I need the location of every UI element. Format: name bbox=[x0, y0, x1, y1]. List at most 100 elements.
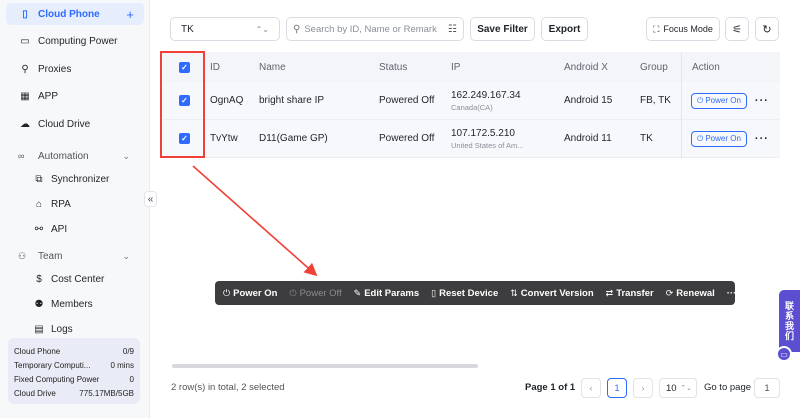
header-action: Action bbox=[692, 61, 720, 73]
sidebar-item-label: Cloud Drive bbox=[38, 118, 91, 130]
sidebar-item-synchronizer[interactable]: ⧉ Synchronizer bbox=[6, 168, 144, 190]
cell-android: Android 11 bbox=[564, 133, 612, 144]
sidebar-item-members[interactable]: ⚉ Members bbox=[6, 293, 144, 315]
edit-params-button[interactable]: ✎ Edit Params bbox=[354, 288, 419, 299]
edit-params-label: Edit Params bbox=[364, 287, 420, 299]
cell-action: ⏻ Power On ··· bbox=[691, 120, 769, 157]
chevron-right-icon: › bbox=[641, 383, 645, 393]
column-divider bbox=[681, 52, 682, 158]
renewal-button[interactable]: ⟳ Renewal bbox=[666, 288, 715, 299]
cell-id: TvYtw bbox=[210, 133, 238, 144]
sidebar-item-label: Cloud Phone bbox=[38, 8, 100, 20]
infinity-icon: ∞ bbox=[18, 151, 25, 161]
section-label: Team bbox=[38, 250, 63, 262]
sidebar-item-logs[interactable]: ▤ Logs bbox=[6, 318, 144, 340]
refresh-button[interactable]: ↻ bbox=[755, 17, 779, 41]
sync-icon: ⧉ bbox=[35, 173, 43, 185]
header-ip[interactable]: IP bbox=[451, 52, 460, 82]
table-row[interactable]: ✓ TvYtw D11(Game GP) Powered Off 107.172… bbox=[163, 120, 780, 158]
usage-label: Fixed Computing Power bbox=[14, 374, 100, 384]
chevron-down-icon: ⌄ bbox=[122, 250, 130, 261]
focus-mode-button[interactable]: ⛶ Focus Mode bbox=[646, 17, 720, 41]
save-filter-button[interactable]: Save Filter bbox=[470, 17, 535, 41]
header-status[interactable]: Status bbox=[379, 52, 407, 82]
sidebar-item-label: Synchronizer bbox=[51, 173, 110, 185]
convert-version-button[interactable]: ⇅ Convert Version bbox=[510, 288, 593, 299]
sidebar-item-cloud-drive[interactable]: ☁ Cloud Drive bbox=[6, 113, 144, 135]
sidebar-item-app[interactable]: ▦ APP bbox=[6, 85, 144, 107]
cell-id: OgnAQ bbox=[210, 95, 244, 106]
collapse-sidebar-button[interactable]: « bbox=[144, 191, 157, 207]
contact-char: 们 bbox=[784, 331, 794, 341]
sliders-icon: ⚟ bbox=[732, 23, 742, 36]
sidebar-item-computing-power[interactable]: ▭ Computing Power bbox=[6, 30, 144, 52]
goto-label: Go to page bbox=[704, 382, 752, 393]
transfer-label: Transfer bbox=[616, 287, 654, 299]
export-button[interactable]: Export bbox=[541, 17, 588, 41]
cell-name: D11(Game GP) bbox=[259, 133, 328, 144]
usage-value: 775.17MB/5GB bbox=[79, 388, 134, 398]
sidebar-item-label: APP bbox=[38, 90, 59, 102]
column-settings-button[interactable]: ⚟ bbox=[725, 17, 749, 41]
more-actions-button[interactable]: ··· bbox=[727, 288, 737, 299]
search-input[interactable]: ⚲ Search by ID, Name or Remark ☷ bbox=[286, 17, 464, 41]
group-select[interactable]: TK ⌃⌄ bbox=[170, 17, 280, 41]
members-icon: ⚉ bbox=[34, 298, 44, 310]
selection-summary: 2 row(s) in total, 2 selected bbox=[171, 382, 285, 393]
search-placeholder: Search by ID, Name or Remark bbox=[304, 23, 437, 35]
filter-settings-icon[interactable]: ☷ bbox=[448, 24, 457, 35]
section-team[interactable]: ⚇ Team ⌄ bbox=[6, 246, 144, 266]
sidebar-item-cloud-phone[interactable]: ▯ Cloud Phone + bbox=[6, 3, 144, 25]
transfer-icon: ⇄ bbox=[605, 287, 614, 298]
chat-icon[interactable]: ▭ bbox=[776, 346, 792, 362]
sidebar-item-label: Proxies bbox=[38, 63, 72, 75]
more-options-icon[interactable]: ··· bbox=[755, 133, 769, 145]
sidebar-item-label: API bbox=[51, 223, 68, 235]
cell-name: bright share IP bbox=[259, 95, 325, 106]
robot-icon: ⌂ bbox=[35, 198, 43, 210]
focus-mode-label: Focus Mode bbox=[663, 24, 713, 34]
power-on-button[interactable]: ⏻ Power On bbox=[691, 92, 747, 109]
usage-label: Temporary Computi... bbox=[14, 360, 91, 370]
bulk-power-off-button[interactable]: ⏻ Power Off bbox=[289, 288, 341, 299]
header-id[interactable]: ID bbox=[210, 52, 220, 82]
table-row[interactable]: ✓ OgnAQ bright share IP Powered Off 162.… bbox=[163, 82, 780, 120]
sidebar-item-rpa[interactable]: ⌂ RPA bbox=[6, 193, 144, 215]
reset-device-button[interactable]: ▯ Reset Device bbox=[431, 288, 498, 299]
sidebar-item-label: Logs bbox=[51, 323, 73, 335]
sidebar-item-api[interactable]: ⚯ API bbox=[6, 218, 144, 240]
horizontal-scrollbar[interactable] bbox=[172, 364, 478, 368]
renewal-label: Renewal bbox=[676, 287, 715, 299]
team-icon: ⚇ bbox=[18, 250, 27, 261]
goto-page-input[interactable]: 1 bbox=[754, 378, 780, 398]
power-icon: ⏻ bbox=[697, 133, 704, 143]
ip-location: Canada(CA) bbox=[451, 102, 493, 112]
refresh-icon: ↻ bbox=[762, 23, 772, 36]
phone-icon: ▯ bbox=[22, 8, 28, 20]
power-on-label: Power On bbox=[705, 134, 741, 143]
power-on-label: Power On bbox=[705, 96, 741, 105]
next-page-button[interactable]: › bbox=[633, 378, 653, 398]
section-automation[interactable]: ∞ Automation ⌄ bbox=[6, 146, 144, 166]
contact-us-tab[interactable]: 联 系 我 们 bbox=[779, 290, 800, 352]
sidebar-item-cost-center[interactable]: $ Cost Center bbox=[6, 268, 144, 290]
header-name[interactable]: Name bbox=[259, 52, 286, 82]
sidebar-item-proxies[interactable]: ⚲ Proxies bbox=[6, 58, 144, 80]
header-android[interactable]: Android X bbox=[564, 52, 608, 82]
prev-page-button[interactable]: ‹ bbox=[581, 378, 601, 398]
convert-icon: ⇅ bbox=[510, 287, 518, 298]
group-select-value: TK bbox=[181, 23, 194, 35]
more-options-icon[interactable]: ··· bbox=[755, 95, 769, 107]
bulk-power-on-button[interactable]: ⏻ Power On bbox=[223, 288, 277, 299]
search-icon: ⚲ bbox=[293, 23, 301, 35]
add-icon[interactable]: + bbox=[126, 7, 134, 22]
cell-ip: 162.249.167.34 Canada(CA) bbox=[451, 82, 521, 119]
header-group[interactable]: Group bbox=[640, 52, 668, 82]
convert-version-label: Convert Version bbox=[520, 287, 594, 299]
power-on-button[interactable]: ⏻ Power On bbox=[691, 130, 747, 147]
bulk-power-on-label: Power On bbox=[233, 287, 278, 299]
page-button-current[interactable]: 1 bbox=[607, 378, 627, 398]
usage-label: Cloud Phone bbox=[14, 346, 61, 356]
page-size-select[interactable]: 10 ⌃⌄ bbox=[659, 378, 697, 398]
transfer-button[interactable]: ⇄ Transfer bbox=[606, 288, 654, 299]
